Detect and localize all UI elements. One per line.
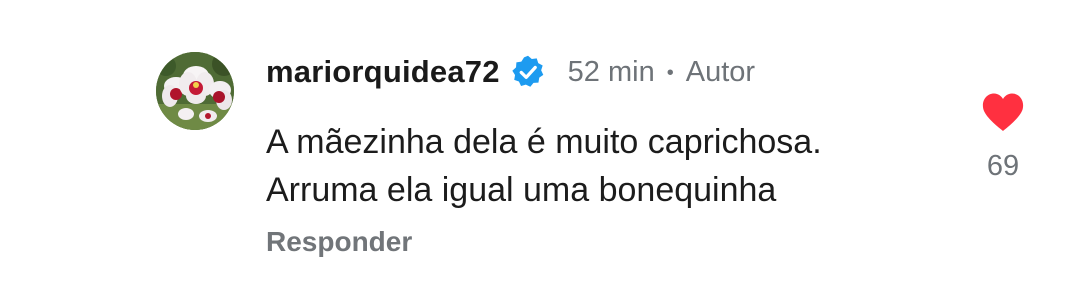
reply-button[interactable]: Responder [266,226,412,258]
comment-text: A mãezinha dela é muito caprichosa. Arru… [266,118,946,214]
comment-text-line-2: Arruma ela igual uma bonequinha [266,171,777,209]
verified-badge-icon [512,55,543,87]
orchid-avatar-icon [156,52,234,130]
avatar[interactable] [156,52,234,130]
meta-separator: • [666,61,674,84]
comment-timestamp: 52 min [567,55,655,88]
like-count: 69 [986,150,1020,182]
comment-header: mariorquidea72 52 min • Autor [266,50,755,94]
like-button[interactable]: 69 [978,92,1028,183]
comment-item: mariorquidea72 52 min • Autor A mãezinha… [0,0,1080,283]
username-link[interactable]: mariorquidea72 [266,54,500,90]
heart-icon[interactable] [981,92,1025,132]
comment-text-line-1: A mãezinha dela é muito caprichosa. [266,123,822,161]
author-badge: Autor [685,55,756,88]
